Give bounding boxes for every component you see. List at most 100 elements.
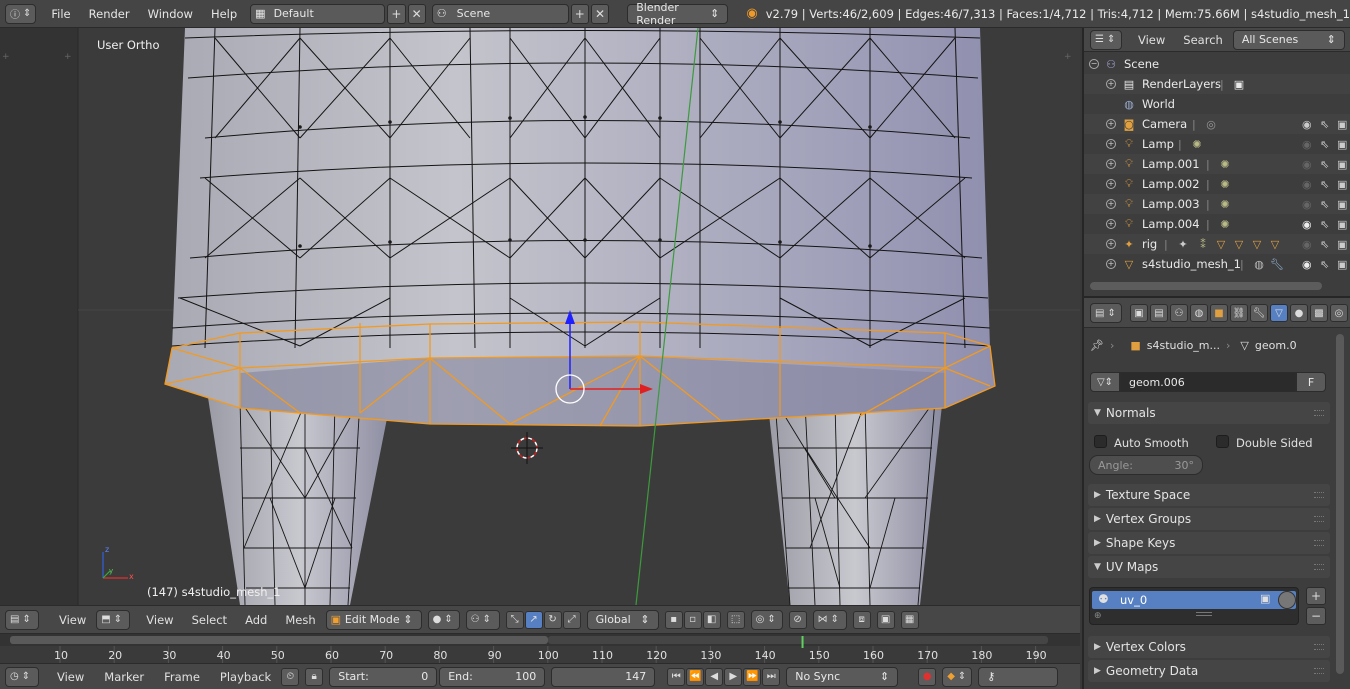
proportional-editing-selector[interactable]: ◎ ⇕ bbox=[750, 609, 783, 630]
editor-type-button[interactable]: ☰ ⇕ bbox=[1090, 29, 1122, 50]
menu-marker[interactable]: Marker bbox=[100, 670, 148, 684]
rotate-manipulator-icon[interactable]: ↻ bbox=[543, 610, 562, 629]
pin-icon[interactable]: 📌︎ bbox=[1090, 339, 1104, 352]
translate-manipulator-icon[interactable]: ↗ bbox=[524, 610, 543, 629]
eye-icon[interactable]: ◉ bbox=[1302, 178, 1312, 191]
cursor-select-icon[interactable]: ⇖ bbox=[1320, 178, 1329, 191]
uv-map-row[interactable]: ⚉ uv_0 ▣ bbox=[1092, 591, 1296, 609]
menu-view[interactable]: View bbox=[142, 613, 177, 627]
datablock-name-field[interactable]: geom.006 bbox=[1120, 372, 1296, 392]
drag-grip-icon[interactable] bbox=[1314, 492, 1324, 498]
angle-field[interactable]: Angle: 30° bbox=[1089, 455, 1203, 475]
modifiers-tab-icon[interactable]: 🔧︎ bbox=[1250, 304, 1268, 322]
physics-tab-icon[interactable]: ◎ bbox=[1330, 304, 1348, 322]
eye-icon[interactable]: ◉ bbox=[1302, 118, 1312, 131]
object-interaction-toggle[interactable]: ⬒ ⇕ bbox=[96, 609, 131, 630]
menu-add[interactable]: Add bbox=[241, 613, 271, 627]
end-frame-field[interactable]: End: 100 bbox=[439, 666, 546, 687]
cursor-select-icon[interactable]: ⇖ bbox=[1320, 158, 1329, 171]
cursor-select-icon[interactable]: ⇖ bbox=[1320, 198, 1329, 211]
outliner-item-world[interactable]: ◍ World bbox=[1084, 94, 1350, 114]
expand-icon[interactable]: + bbox=[1106, 219, 1116, 229]
renderlayers-tab-icon[interactable]: ▤ bbox=[1150, 304, 1168, 322]
face-select-icon[interactable]: ◧ bbox=[702, 610, 721, 629]
vertex-select-icon[interactable]: ▪ bbox=[664, 610, 683, 629]
scene-selector[interactable]: ⚇ Scene bbox=[431, 3, 569, 24]
panel-texture-space-header[interactable]: ▶ Texture Space bbox=[1088, 484, 1330, 506]
render-tab-icon[interactable]: ▣ bbox=[1130, 304, 1148, 322]
render-camera-icon[interactable]: ▣ bbox=[1337, 138, 1347, 151]
scale-manipulator-icon[interactable]: ⤢ bbox=[562, 610, 581, 629]
keying-set-selector[interactable]: ◆ ⇕ bbox=[942, 666, 973, 687]
drag-grip-icon[interactable] bbox=[1314, 668, 1324, 674]
outliner-item-camera[interactable]: + ◙ Camera | ◎ ◉ ⇖ ▣ bbox=[1084, 114, 1350, 134]
start-frame-field[interactable]: Start: 0 bbox=[329, 666, 438, 687]
expand-icon[interactable]: + bbox=[1106, 179, 1116, 189]
remove-uv-map-button[interactable]: − bbox=[1306, 607, 1326, 625]
render-camera-icon[interactable]: ▣ bbox=[1337, 178, 1347, 191]
render-camera-icon[interactable]: ▣ bbox=[1337, 238, 1347, 251]
properties-scrollbar[interactable] bbox=[1336, 334, 1344, 674]
texture-tab-icon[interactable]: ▩ bbox=[1310, 304, 1328, 322]
play-icon[interactable]: ▶ bbox=[724, 667, 743, 686]
expand-icon[interactable]: + bbox=[1106, 239, 1116, 249]
add-layout-button[interactable]: + bbox=[387, 3, 406, 24]
menu-search[interactable]: Search bbox=[1179, 33, 1227, 47]
render-preview-icon[interactable]: ⧈ bbox=[852, 610, 871, 629]
expand-icon[interactable]: + bbox=[1106, 119, 1116, 129]
record-icon[interactable]: ● bbox=[918, 667, 937, 686]
expand-icon[interactable]: + bbox=[1106, 139, 1116, 149]
render-camera-icon[interactable]: ▣ bbox=[1337, 198, 1347, 211]
transform-orientation-selector[interactable]: Global ⇕ bbox=[586, 609, 659, 630]
outliner-item-lamp-003[interactable]: + 💡︎ Lamp.003 | ✺ ◉ ⇖ ▣ bbox=[1084, 194, 1350, 214]
auto-smooth-checkbox[interactable] bbox=[1094, 435, 1107, 448]
clapboard-icon[interactable]: ▦ bbox=[900, 610, 919, 629]
prev-keyframe-icon[interactable]: ⏪ bbox=[686, 667, 705, 686]
cursor-select-icon[interactable]: ⇖ bbox=[1320, 118, 1329, 131]
scene-tab-icon[interactable]: ⚇ bbox=[1170, 304, 1188, 322]
viewport-shading-selector[interactable]: ● ⇕ bbox=[427, 609, 460, 630]
cursor-select-icon[interactable]: ⇖ bbox=[1320, 238, 1329, 251]
mesh-datablock-browse[interactable]: ▽ ⇕ bbox=[1090, 372, 1120, 392]
editor-type-button[interactable]: ▤ ⇕ bbox=[5, 609, 39, 630]
menu-file[interactable]: File bbox=[42, 7, 79, 21]
object-tab-icon[interactable]: ■ bbox=[1210, 304, 1228, 322]
eye-icon[interactable]: ◉ bbox=[1302, 238, 1312, 251]
outliner-item-lamp-004[interactable]: + 💡︎ Lamp.004 | ✺ ◉ ⇖ ▣ bbox=[1084, 214, 1350, 234]
outliner-item-lamp-001[interactable]: + 💡︎ Lamp.001 | ✺ ◉ ⇖ ▣ bbox=[1084, 154, 1350, 174]
menu-render[interactable]: Render bbox=[80, 7, 139, 21]
outliner-item-scene[interactable]: − ⚇ Scene bbox=[1084, 54, 1350, 74]
panel-shape-keys-header[interactable]: ▶ Shape Keys bbox=[1088, 532, 1330, 554]
pivot-point-selector[interactable]: ⚇ ⇕ bbox=[465, 609, 500, 630]
mode-selector[interactable]: ▣ Edit Mode ⇕ bbox=[325, 609, 422, 630]
render-camera-icon[interactable]: ▣ bbox=[1337, 258, 1347, 271]
play-reverse-icon[interactable]: ◀ bbox=[705, 667, 724, 686]
menu-select[interactable]: Select bbox=[188, 613, 231, 627]
panel-vertex-groups-header[interactable]: ▶ Vertex Groups bbox=[1088, 508, 1330, 530]
expand-icon[interactable]: + bbox=[1106, 79, 1116, 89]
outliner-item-lamp-002[interactable]: + 💡︎ Lamp.002 | ✺ ◉ ⇖ ▣ bbox=[1084, 174, 1350, 194]
add-uv-map-button[interactable]: + bbox=[1306, 587, 1326, 605]
outliner-scrollbar[interactable] bbox=[1090, 282, 1322, 290]
expand-icon[interactable]: + bbox=[1106, 259, 1116, 269]
panel-geometry-data-header[interactable]: ▶ Geometry Data bbox=[1088, 660, 1330, 682]
collapse-icon[interactable]: − bbox=[1089, 59, 1099, 69]
double-sided-checkbox[interactable] bbox=[1216, 435, 1229, 448]
camera-render-icon[interactable]: ▣ bbox=[876, 610, 895, 629]
render-engine-selector[interactable]: Blender Render ⇕ bbox=[627, 1, 729, 27]
current-frame-field[interactable]: 147 bbox=[551, 666, 656, 687]
render-camera-icon[interactable]: ▣ bbox=[1337, 158, 1347, 171]
data-tab-icon[interactable]: ▽ bbox=[1270, 304, 1288, 322]
cursor-select-icon[interactable]: ⇖ bbox=[1320, 138, 1329, 151]
menu-view-fragment[interactable]: View bbox=[55, 613, 90, 627]
eye-icon[interactable]: ◉ bbox=[1302, 218, 1312, 231]
snap-element-selector[interactable]: ⋈ ⇕ bbox=[812, 609, 847, 630]
delete-layout-button[interactable]: ✕ bbox=[407, 3, 426, 24]
delete-scene-button[interactable]: ✕ bbox=[590, 3, 610, 24]
eye-icon[interactable]: ◉ bbox=[1302, 198, 1312, 211]
3d-viewport[interactable]: z x y + + + User Ortho (147) s4studio_me… bbox=[0, 28, 1080, 605]
region-plus-icon[interactable]: + bbox=[1064, 52, 1072, 62]
uv-map-list[interactable]: ⚉ uv_0 ▣ ⊕ bbox=[1089, 587, 1299, 625]
editor-type-button[interactable]: ⓘ ⇕ bbox=[5, 3, 37, 24]
outliner-item-lamp[interactable]: + 💡︎ Lamp | ✺ ◉ ⇖ ▣ bbox=[1084, 134, 1350, 154]
